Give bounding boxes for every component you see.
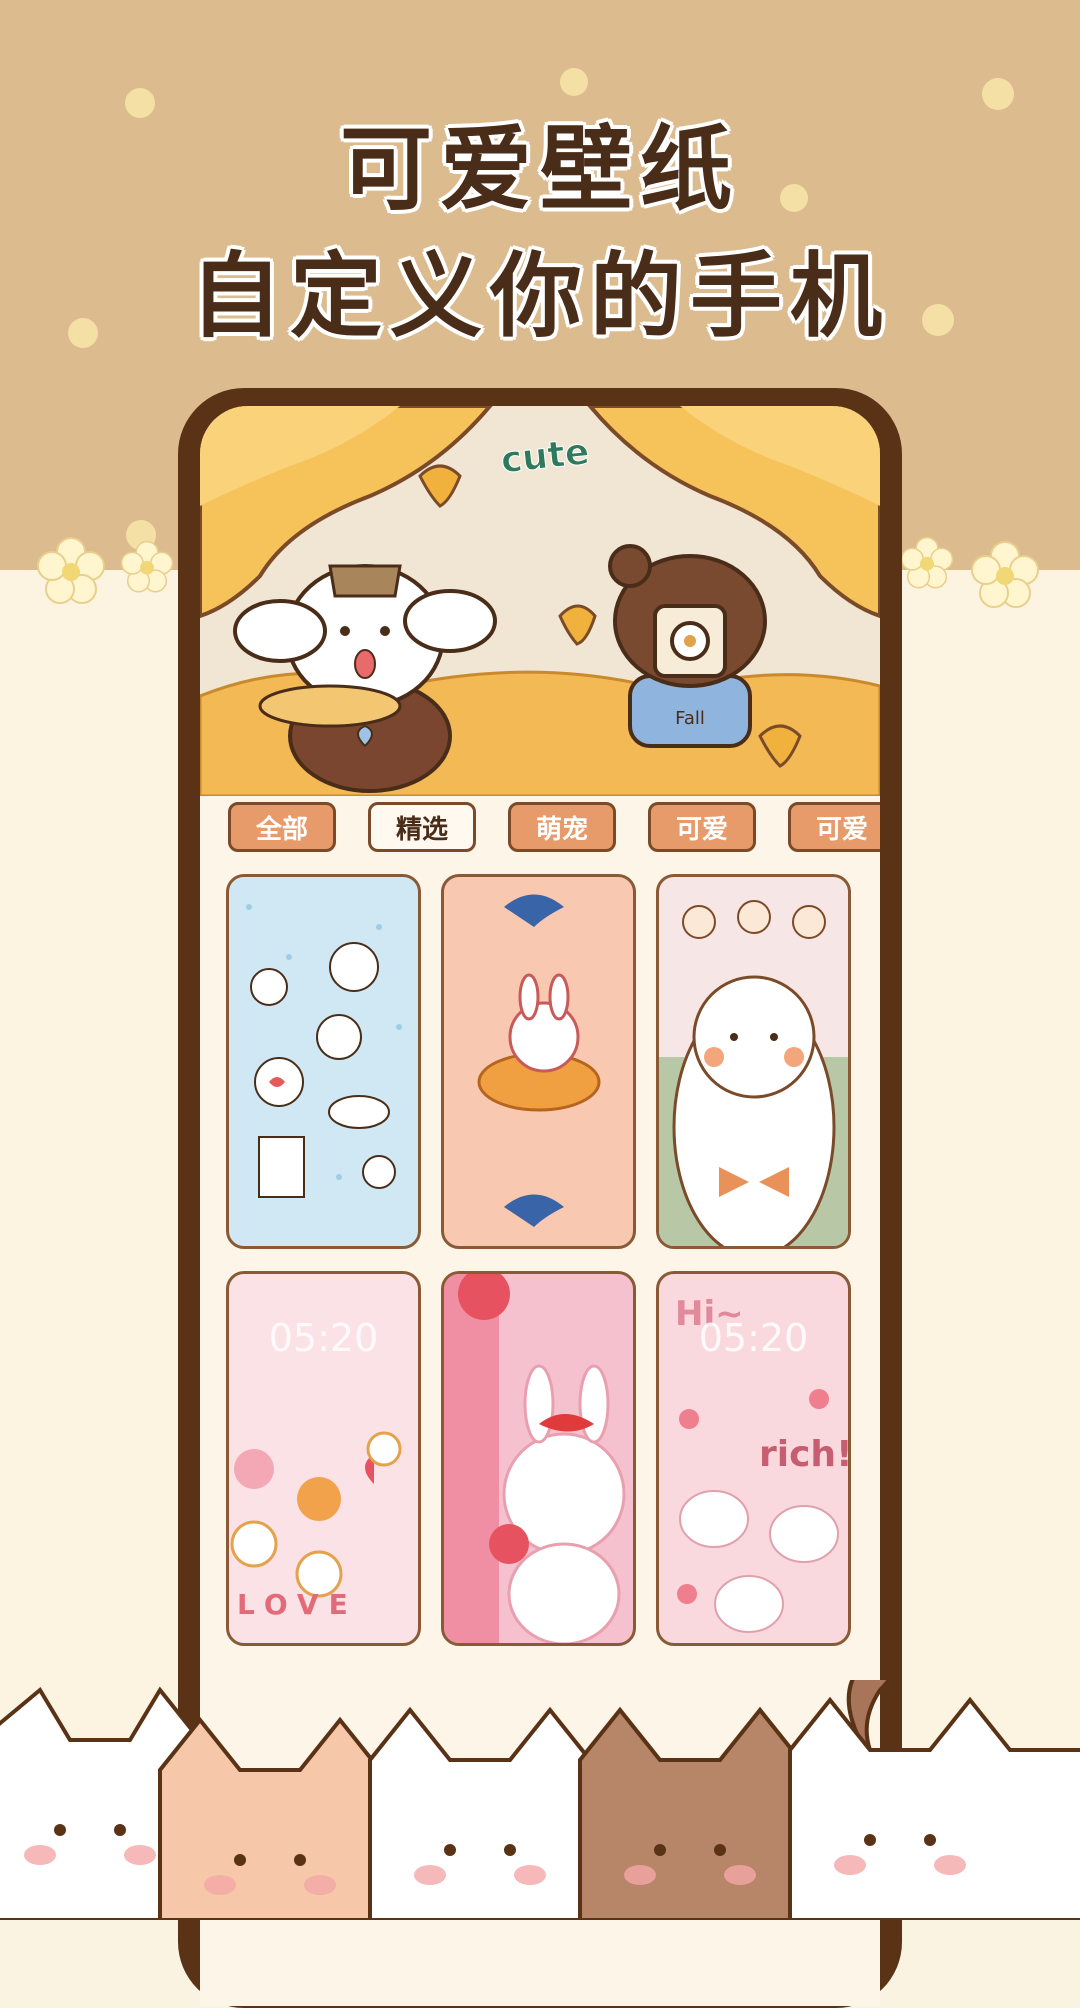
flower-icon [971,541,1039,608]
wallpaper-card[interactable] [441,874,636,1249]
tab-cute[interactable]: 可爱 [648,802,756,852]
wallpaper-card[interactable] [226,874,421,1249]
headline-title: 可爱壁纸 [339,116,740,223]
tab-cute-2[interactable]: 可爱 [788,802,880,852]
flower-icon [900,536,954,589]
love-text: LOVE [237,1588,358,1621]
category-tabs: 全部 精选 萌宠 可爱 可爱 [200,794,880,856]
wallpaper-card[interactable]: 05:20 LOVE [226,1271,421,1646]
cats-illustration [0,1680,1080,1920]
dogs-bunnies-illustration [246,904,402,1198]
headline-subtitle: 自定义你的手机 [189,243,890,350]
bear-character: Fall [608,544,767,748]
wallpaper-card[interactable]: Hi~ 05:20 rich! [656,1271,851,1646]
bear-shirt-text: Fall [675,708,705,729]
banner-illustration: Fall cute [200,406,880,796]
tab-featured[interactable]: 精选 [368,802,476,852]
rich-bunnies-illustration [677,1389,839,1633]
wallpaper-card[interactable] [441,1271,636,1646]
flower-icon [120,540,174,593]
tab-pets[interactable]: 萌宠 [508,802,616,852]
tab-all[interactable]: 全部 [228,802,336,852]
alpaca-illustration [659,900,848,1246]
strawberry-bunny-illustration [444,1274,626,1643]
bunny-fish-illustration [477,894,601,1227]
decor-dot [560,68,588,96]
wallpaper-card[interactable] [656,874,851,1249]
flower-icon [37,537,105,604]
